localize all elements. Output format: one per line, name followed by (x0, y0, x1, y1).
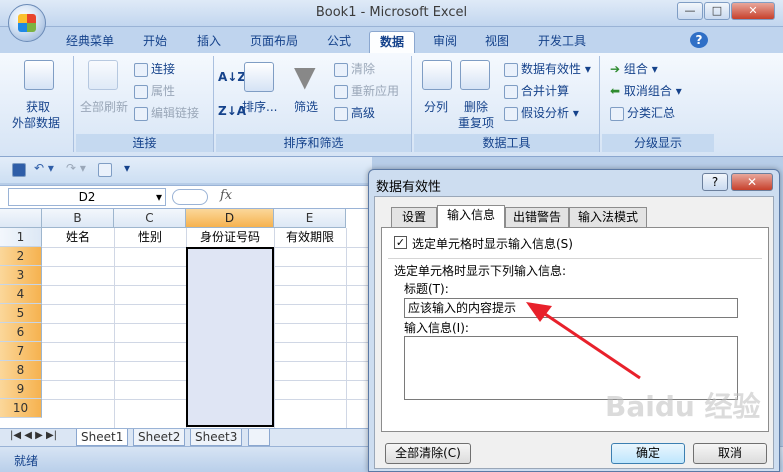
office-logo-icon (18, 14, 36, 32)
watermark: Baidu 经验 (605, 390, 761, 423)
office-button[interactable] (8, 4, 46, 42)
arrow-shaft (541, 310, 641, 380)
arrow-head (526, 302, 552, 322)
tab-input-message[interactable]: 输入信息 (437, 205, 505, 228)
